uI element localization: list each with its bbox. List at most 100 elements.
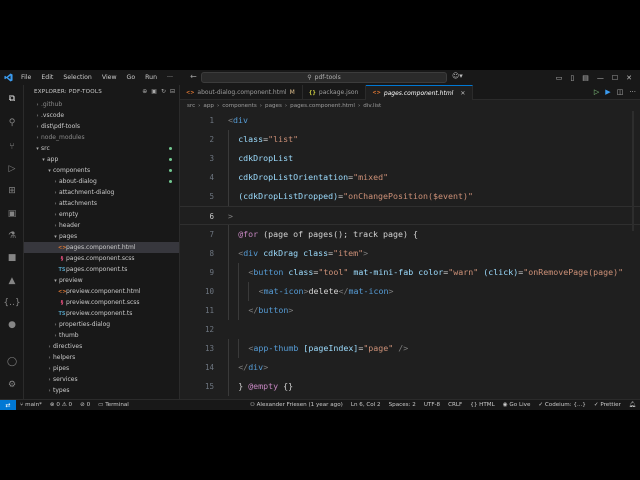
language-label: HTML — [479, 402, 495, 408]
codeium-icon[interactable]: {..} — [3, 296, 20, 310]
tree-item[interactable]: › header — [24, 220, 179, 231]
tree-item[interactable]: › dist\pdf-tools — [24, 121, 179, 132]
more-actions-icon[interactable]: ··· — [629, 88, 636, 96]
indent-guide — [228, 244, 229, 263]
code-line: 2 class="list" — [180, 130, 640, 149]
maximize-icon[interactable]: ☐ — [612, 74, 618, 82]
code-token: mat-icon — [263, 286, 304, 296]
collapse-all-icon[interactable]: ⊟ — [170, 88, 175, 95]
remote-explorer-icon[interactable]: ▣ — [5, 207, 19, 221]
layout-icon[interactable]: ▭ — [556, 74, 563, 82]
codeium-status[interactable]: ✓ Codeium: {...} — [534, 402, 589, 408]
tree-item-label: node_modules — [41, 134, 85, 141]
tree-item-label: about-dialog — [59, 178, 97, 185]
tree-item[interactable]: › .vscode — [24, 110, 179, 121]
menu-file[interactable]: File — [16, 74, 36, 81]
tree-item[interactable]: › node_modules — [24, 132, 179, 143]
git-blame[interactable]: ⚇ Alexander Friesen (1 year ago) — [246, 402, 347, 408]
editor-area: <> about-dialog.component.html M{} package.… — [180, 85, 640, 399]
close-tab-icon[interactable]: ✕ — [460, 90, 465, 97]
menu-view[interactable]: View — [97, 74, 122, 81]
tree-item[interactable]: › services — [24, 374, 179, 385]
breadcrumb-item[interactable]: src — [187, 103, 195, 109]
layout-sidebar-icon[interactable]: ▯ — [570, 74, 574, 82]
extensions-icon[interactable]: ⊞ — [5, 184, 19, 198]
tree-item[interactable]: › .github — [24, 99, 179, 110]
search-icon[interactable]: ⚲ — [5, 116, 19, 130]
open-preview-icon[interactable]: ▶ — [605, 88, 610, 96]
menu-more[interactable]: ··· — [162, 74, 178, 81]
tree-item[interactable]: <>pages.component.html — [24, 242, 179, 253]
tree-item[interactable]: TSpreview.component.ts — [24, 308, 179, 319]
tree-item[interactable]: ▾ src — [24, 143, 179, 154]
tree-item[interactable]: › pipes — [24, 363, 179, 374]
menu-run[interactable]: Run — [140, 74, 162, 81]
terminal-button[interactable]: ▭ Terminal — [94, 402, 133, 408]
run-debug-icon[interactable]: ▷ — [5, 162, 19, 176]
tree-item[interactable]: § pages.component.scss — [24, 253, 179, 264]
json-icon[interactable]: ● — [5, 318, 19, 332]
editor-tab[interactable]: {} package.json — [303, 85, 367, 100]
end-of-line[interactable]: CRLF — [444, 402, 466, 408]
problems-indicator[interactable]: ⊗ 0 ⚠ 0 — [46, 402, 76, 408]
line-number: 14 — [204, 363, 214, 372]
tree-item[interactable]: › empty — [24, 209, 179, 220]
refresh-icon[interactable]: ↻ — [161, 88, 166, 95]
explorer-icon[interactable]: ⧉ — [5, 92, 19, 106]
prettier-status[interactable]: ✓ Prettier — [590, 402, 625, 408]
new-folder-icon[interactable]: ▣ — [151, 88, 157, 95]
close-icon[interactable]: ✕ — [626, 74, 632, 82]
branch-indicator[interactable]: ⑂ main* — [16, 402, 46, 408]
tree-item[interactable]: › thumb — [24, 330, 179, 341]
tree-item[interactable]: › types — [24, 385, 179, 396]
ports-indicator[interactable]: ⊘ 0 — [76, 402, 94, 408]
tree-item[interactable]: › properties-dialog — [24, 319, 179, 330]
tree-item[interactable]: ▾ app — [24, 154, 179, 165]
back-arrow-icon[interactable]: ← — [190, 72, 197, 81]
source-control-icon[interactable]: ⑂ — [5, 140, 19, 154]
breadcrumb-item[interactable]: pages — [265, 103, 282, 109]
line-number: 7 — [209, 230, 214, 239]
code-editor[interactable]: 1 <div 2 class="list" 3 cdkDropList 4 cdkDropLi… — [180, 111, 640, 399]
menu-edit[interactable]: Edit — [36, 74, 58, 81]
breadcrumb-item[interactable]: components — [222, 103, 257, 109]
editor-tab[interactable]: <> pages.component.html ✕ — [366, 85, 474, 100]
tree-item[interactable]: › helpers — [24, 352, 179, 363]
tree-item[interactable]: ▾ preview — [24, 275, 179, 286]
copilot-icon[interactable]: ☺▾ — [452, 72, 463, 80]
run-icon[interactable]: ▷ — [594, 88, 599, 96]
tree-item[interactable]: › attachment-dialog — [24, 187, 179, 198]
tree-item[interactable]: › attachments — [24, 198, 179, 209]
language-mode[interactable]: {} HTML — [466, 402, 498, 408]
menu-go[interactable]: Go — [122, 74, 141, 81]
scrollbar[interactable] — [632, 111, 634, 231]
tree-item[interactable]: <>preview.component.html — [24, 286, 179, 297]
new-file-icon[interactable]: ⊕ — [142, 88, 147, 95]
tree-item[interactable]: ▾ pages — [24, 231, 179, 242]
minimize-icon[interactable]: — — [597, 74, 604, 82]
account-icon[interactable]: ◯ — [5, 355, 19, 369]
tree-item[interactable]: › about-dialog — [24, 176, 179, 187]
tree-item[interactable]: TSpages.component.ts — [24, 264, 179, 275]
tree-item[interactable]: ▾ components — [24, 165, 179, 176]
command-center-search[interactable]: ⚲ pdf-tools — [201, 72, 447, 83]
docker-icon[interactable]: ■ — [5, 251, 19, 265]
layout-panel-icon[interactable]: ▤ — [582, 74, 589, 82]
notifications-icon[interactable]: 🔔︎ — [625, 402, 640, 408]
indentation[interactable]: Spaces: 2 — [385, 402, 420, 408]
angular-icon[interactable]: ▲ — [5, 274, 19, 288]
tree-item[interactable]: § preview.component.scss — [24, 297, 179, 308]
menu-selection[interactable]: Selection — [58, 74, 97, 81]
encoding[interactable]: UTF-8 — [420, 402, 444, 408]
remote-indicator-icon[interactable]: ⇄ — [0, 399, 16, 410]
go-live-button[interactable]: ◉ Go Live — [499, 402, 535, 408]
settings-gear-icon[interactable]: ⚙ — [5, 378, 19, 392]
breadcrumb-item[interactable]: app — [203, 103, 214, 109]
breadcrumb-item[interactable]: pages.component.html — [290, 103, 355, 109]
split-editor-icon[interactable]: ◫ — [617, 88, 624, 96]
tree-item[interactable]: › directives — [24, 341, 179, 352]
breadcrumb-item[interactable]: div.list — [363, 103, 381, 109]
testing-icon[interactable]: ⚗ — [5, 229, 19, 243]
editor-tab[interactable]: <> about-dialog.component.html M — [180, 85, 303, 100]
cursor-position[interactable]: Ln 6, Col 2 — [347, 402, 385, 408]
